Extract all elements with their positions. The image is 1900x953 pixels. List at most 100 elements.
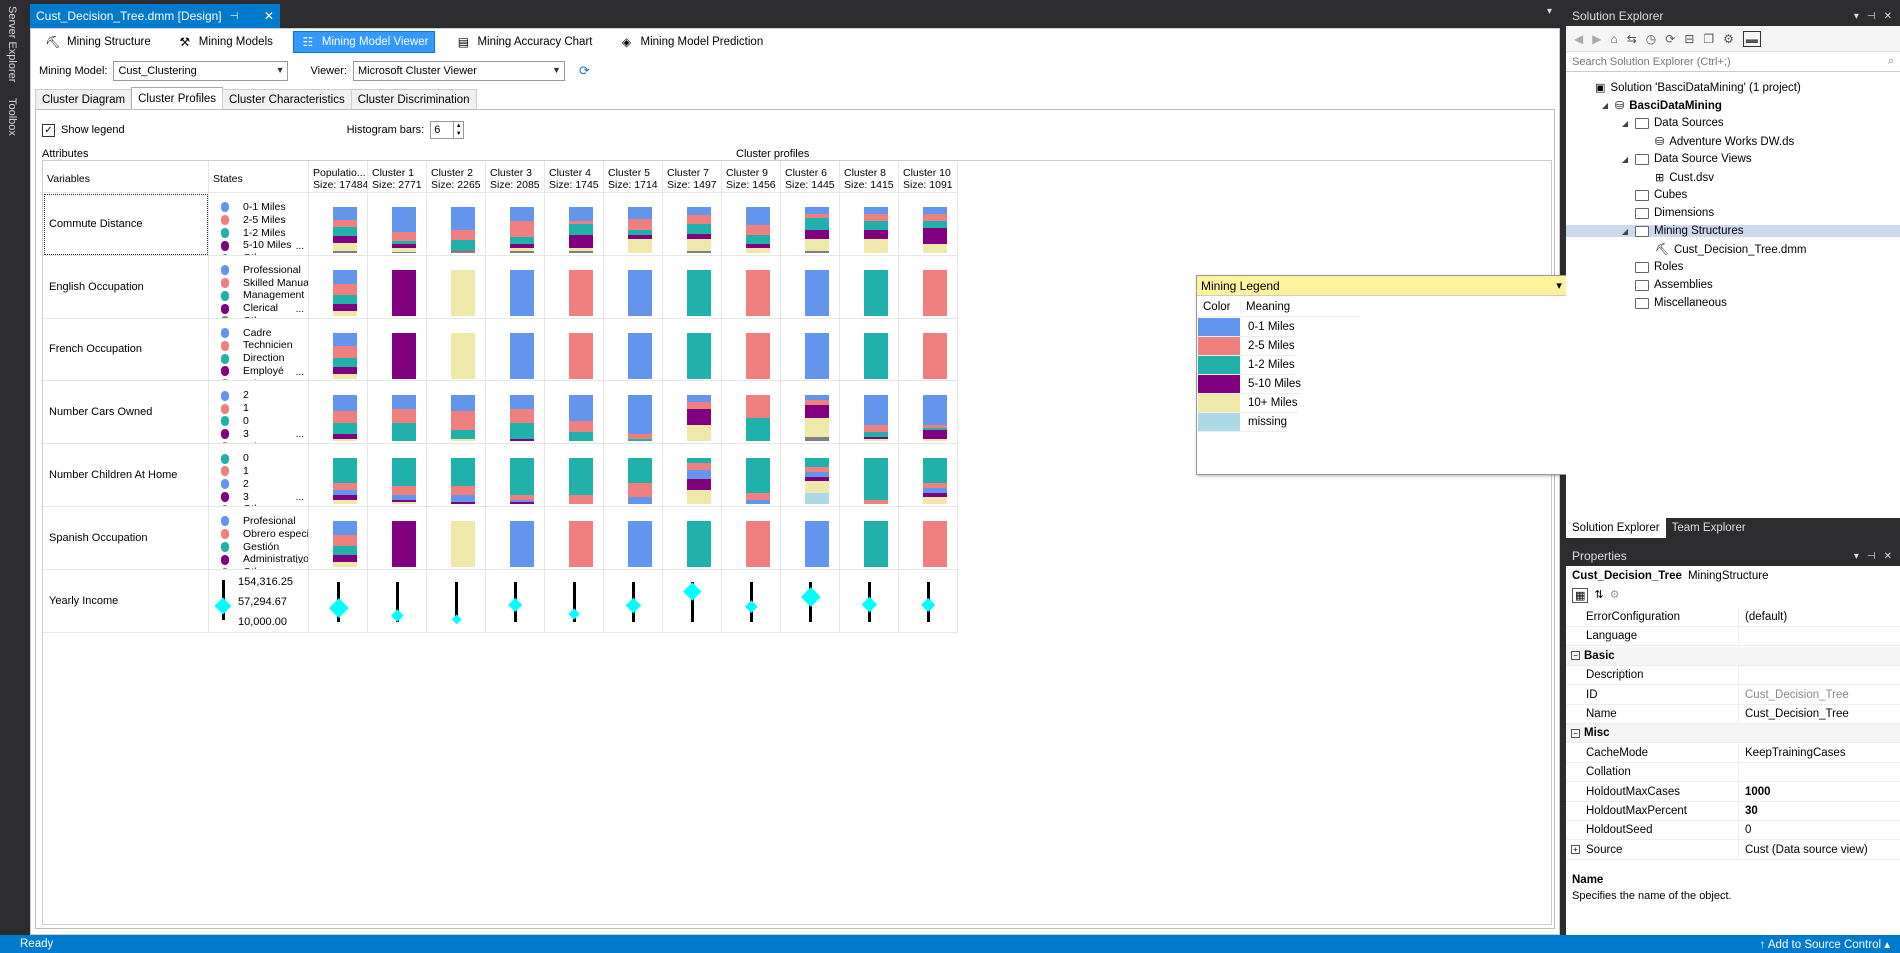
tab-cluster-characteristics[interactable]: Cluster Characteristics bbox=[222, 89, 352, 109]
home-icon[interactable]: ⌂ bbox=[1610, 32, 1617, 46]
forward-icon[interactable]: ▶ bbox=[1592, 32, 1601, 46]
property-value[interactable]: (default) bbox=[1738, 607, 1900, 627]
tab-cluster-discrimination[interactable]: Cluster Discrimination bbox=[350, 89, 477, 109]
property-row[interactable]: ErrorConfiguration (default) bbox=[1566, 607, 1900, 627]
cluster-header[interactable]: Cluster 4 Size: 1745 bbox=[545, 161, 604, 193]
expand-icon[interactable]: ◢ bbox=[1620, 155, 1630, 164]
histogram-cell[interactable] bbox=[722, 255, 781, 319]
property-value[interactable] bbox=[1738, 762, 1900, 782]
property-row[interactable]: ID Cust_Decision_Tree bbox=[1566, 685, 1900, 705]
cluster-header[interactable]: Cluster 9 Size: 1456 bbox=[722, 161, 781, 193]
toolbar-button-0[interactable]: ⛏ Mining Structure bbox=[39, 31, 157, 53]
tree-item[interactable]: ⊞ Cust.dsv bbox=[1640, 171, 1714, 185]
property-pages-icon[interactable]: ⚙ bbox=[1610, 588, 1620, 603]
property-row[interactable]: HoldoutMaxPercent 30 bbox=[1566, 801, 1900, 821]
solution-search-box[interactable]: Search Solution Explorer (Ctrl+;) ⌕ bbox=[1566, 52, 1900, 72]
tree-item[interactable]: ▣ Solution 'BasciDataMining' (1 project) bbox=[1580, 81, 1801, 95]
income-cell[interactable] bbox=[368, 569, 427, 633]
close-icon[interactable]: ✕ bbox=[1884, 551, 1892, 562]
histogram-cell[interactable] bbox=[427, 507, 486, 570]
histogram-cell[interactable] bbox=[486, 507, 545, 570]
property-row[interactable]: + Source Cust (Data source view) bbox=[1566, 840, 1900, 860]
histogram-cell[interactable] bbox=[722, 444, 781, 507]
viewer-select[interactable]: Microsoft Cluster Viewer ▼ bbox=[352, 61, 565, 81]
cluster-header[interactable]: Cluster 5 Size: 1714 bbox=[604, 161, 663, 193]
expand-icon[interactable]: − bbox=[1571, 728, 1580, 738]
collapse-icon[interactable]: ⊟ bbox=[1684, 32, 1694, 46]
back-icon[interactable]: ◀ bbox=[1574, 32, 1583, 46]
histogram-cell[interactable] bbox=[840, 193, 899, 256]
toolbox-tab[interactable]: Toolbox bbox=[3, 92, 21, 142]
histogram-cell[interactable] bbox=[899, 318, 958, 382]
tab-cluster-diagram[interactable]: Cluster Diagram bbox=[35, 89, 133, 109]
histogram-cell[interactable] bbox=[486, 381, 545, 445]
histogram-cell[interactable] bbox=[604, 318, 663, 382]
property-value[interactable]: KeepTrainingCases bbox=[1738, 743, 1900, 763]
histogram-cell[interactable] bbox=[663, 318, 722, 382]
property-value[interactable]: Cust_Decision_Tree bbox=[1738, 685, 1900, 705]
variable-cell[interactable]: Number Cars Owned bbox=[43, 381, 209, 445]
histogram-cell[interactable] bbox=[545, 507, 604, 570]
expand-icon[interactable]: ◢ bbox=[1600, 101, 1610, 110]
histogram-cell[interactable] bbox=[663, 255, 722, 319]
histogram-cell[interactable] bbox=[368, 318, 427, 382]
income-cell[interactable] bbox=[899, 569, 958, 633]
toolbar-button-4[interactable]: ◈ Mining Model Prediction bbox=[612, 31, 769, 53]
tree-item[interactable]: ◢ Mining Structures bbox=[1566, 225, 1900, 237]
pin-icon[interactable]: ⊣ bbox=[230, 11, 239, 22]
histogram-cell[interactable] bbox=[899, 444, 958, 507]
histogram-cell[interactable] bbox=[309, 193, 368, 256]
variable-cell[interactable]: Commute Distance bbox=[43, 193, 209, 256]
cluster-header[interactable]: Cluster 10 Size: 1091 bbox=[899, 161, 958, 193]
income-cell[interactable] bbox=[545, 569, 604, 633]
property-row[interactable]: Name Cust_Decision_Tree bbox=[1566, 704, 1900, 724]
property-value[interactable]: 0 bbox=[1738, 820, 1900, 840]
histogram-cell[interactable] bbox=[722, 507, 781, 570]
mining-legend-window[interactable]: Mining Legend ▾ ☐ ✕ Color Meaning 0-1 Mi… bbox=[1196, 275, 1604, 475]
histogram-cell[interactable] bbox=[781, 444, 840, 507]
expand-icon[interactable]: + bbox=[1571, 845, 1580, 855]
cluster-header[interactable]: Cluster 2 Size: 2265 bbox=[427, 161, 486, 193]
property-row[interactable]: − Misc bbox=[1566, 724, 1900, 744]
histogram-cell[interactable] bbox=[368, 193, 427, 256]
histogram-cell[interactable] bbox=[545, 444, 604, 507]
mining-model-select[interactable]: Cust_Clustering ▼ bbox=[113, 61, 289, 81]
histogram-cell[interactable] bbox=[604, 507, 663, 570]
more-icon[interactable]: ... bbox=[296, 555, 304, 568]
variable-cell[interactable]: English Occupation bbox=[43, 255, 209, 319]
cluster-header[interactable]: Cluster 6 Size: 1445 bbox=[781, 161, 840, 193]
histogram-cell[interactable] bbox=[427, 193, 486, 256]
more-icon[interactable]: ... bbox=[296, 492, 304, 505]
histogram-bars-stepper[interactable]: 6 ▲ ▼ bbox=[430, 121, 465, 139]
cluster-header[interactable]: Cluster 7 Size: 1497 bbox=[663, 161, 722, 193]
tree-item[interactable]: ◢ ⛁ BasciDataMining bbox=[1600, 99, 1722, 113]
histogram-cell[interactable] bbox=[545, 193, 604, 256]
tree-item[interactable]: Assemblies bbox=[1620, 279, 1713, 291]
histogram-cell[interactable] bbox=[486, 318, 545, 382]
tree-item[interactable]: ◢ Data Source Views bbox=[1620, 153, 1752, 165]
show-all-icon[interactable]: ❐ bbox=[1703, 32, 1714, 46]
income-cell[interactable] bbox=[781, 569, 840, 633]
variable-cell[interactable]: Spanish Occupation bbox=[43, 507, 209, 570]
histogram-cell[interactable] bbox=[309, 507, 368, 570]
property-value[interactable] bbox=[1738, 626, 1900, 646]
property-row[interactable]: Description bbox=[1566, 665, 1900, 686]
income-cell[interactable] bbox=[309, 569, 368, 633]
histogram-cell[interactable] bbox=[840, 444, 899, 507]
histogram-cell[interactable] bbox=[899, 381, 958, 445]
histogram-cell[interactable] bbox=[368, 444, 427, 507]
histogram-cell[interactable] bbox=[663, 381, 722, 445]
histogram-cell[interactable] bbox=[781, 318, 840, 382]
income-cell[interactable] bbox=[722, 569, 781, 633]
tree-item[interactable]: ⛁ Adventure Works DW.ds bbox=[1640, 135, 1794, 149]
toolbar-button-3[interactable]: ▤ Mining Accuracy Chart bbox=[449, 31, 598, 53]
histogram-cell[interactable] bbox=[486, 193, 545, 256]
add-to-source-control[interactable]: ↑ Add to Source Control ▴ bbox=[1760, 937, 1900, 951]
histogram-cell[interactable] bbox=[545, 381, 604, 445]
income-cell[interactable] bbox=[486, 569, 545, 633]
histogram-cell[interactable] bbox=[722, 193, 781, 256]
histogram-cell[interactable] bbox=[722, 318, 781, 382]
cluster-header[interactable]: Populatio... Size: 17484 bbox=[309, 161, 368, 193]
property-value[interactable] bbox=[1738, 665, 1900, 685]
histogram-cell[interactable] bbox=[427, 318, 486, 382]
